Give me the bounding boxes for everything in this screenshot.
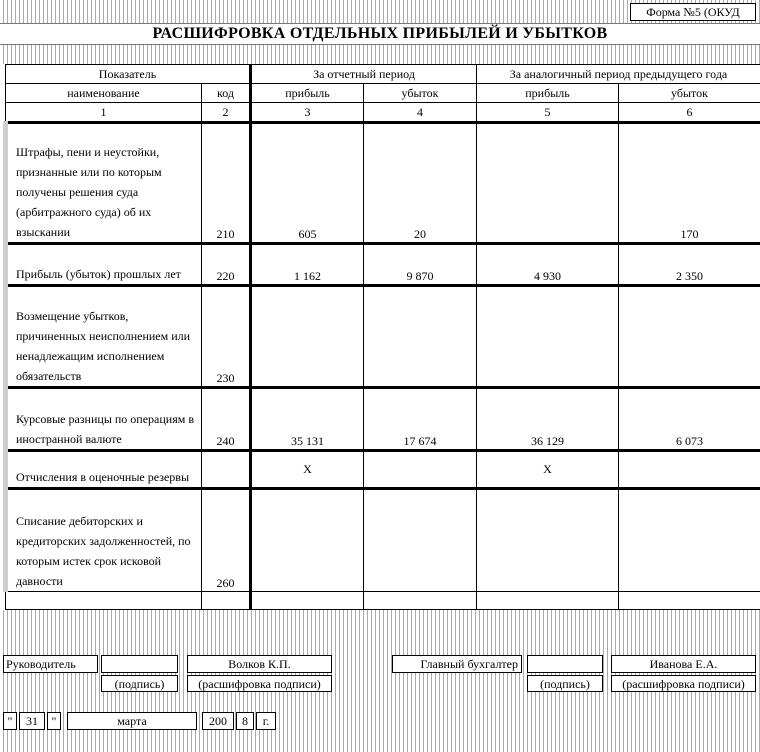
row-name: Отчисления в оценочные резервы <box>3 450 202 490</box>
row-code: 260 <box>201 488 252 592</box>
row-prev-loss <box>617 450 760 490</box>
row-cur-profit: 605 <box>250 122 364 245</box>
col-number: 1 <box>5 102 202 124</box>
header-name: наименование <box>5 83 202 103</box>
table-row: Списание дебиторских и кредиторских задо… <box>3 488 760 592</box>
header-code: код <box>201 83 252 103</box>
col-number: 6 <box>617 102 760 124</box>
accountant-name-caption: (расшифровка подписи) <box>611 675 756 692</box>
head-signature-caption: (подпись) <box>101 675 178 692</box>
row-code: 230 <box>201 285 252 389</box>
table-row: Возмещение убытков, причиненных неисполн… <box>3 285 760 389</box>
head-name: Волков К.П. <box>187 655 332 673</box>
row-name: Штрафы, пени и неустойки, признанные или… <box>3 122 202 245</box>
row-prev-loss: 2 350 <box>617 243 760 287</box>
date-year-suffix[interactable]: 8 <box>236 712 254 730</box>
col-number: 3 <box>250 102 364 124</box>
date-day[interactable]: 31 <box>19 712 45 730</box>
row-prev-loss: 170 <box>617 122 760 245</box>
date-open-quote: " <box>3 712 17 730</box>
row-cur-profit: 35 131 <box>250 387 364 452</box>
date-year-prefix: 200 <box>202 712 234 730</box>
row-cur-profit: X <box>250 450 364 490</box>
accountant-label: Главный бухгалтер <box>392 655 522 673</box>
header-current-period: За отчетный период <box>250 64 477 84</box>
table-row: Штрафы, пени и неустойки, признанные или… <box>3 122 760 245</box>
row-prev-loss <box>617 488 760 592</box>
date-year-abbr: г. <box>256 712 276 730</box>
row-cur-profit <box>250 285 364 389</box>
row-code: 240 <box>201 387 252 452</box>
page-title: РАСШИФРОВКА ОТДЕЛЬНЫХ ПРИБЫЛЕЙ И УБЫТКОВ <box>0 23 760 45</box>
header-prev-loss: убыток <box>617 83 760 103</box>
row-prev-profit <box>476 122 619 245</box>
row-prev-loss <box>617 285 760 389</box>
col-number: 5 <box>476 102 619 124</box>
row-name: Прибыль (убыток) прошлых лет <box>3 243 202 287</box>
row-name: Курсовые разницы по операциям в иностран… <box>3 387 202 452</box>
row-name: Списание дебиторских и кредиторских задо… <box>3 488 202 592</box>
row-prev-profit <box>476 488 619 592</box>
row-cur-loss <box>363 450 477 490</box>
header-cur-loss: убыток <box>363 83 477 103</box>
row-prev-profit: X <box>476 450 619 490</box>
row-prev-profit: 36 129 <box>476 387 619 452</box>
row-cur-profit: 1 162 <box>250 243 364 287</box>
row-name: Возмещение убытков, причиненных неисполн… <box>3 285 202 389</box>
row-prev-loss: 6 073 <box>617 387 760 452</box>
row-cur-profit <box>250 488 364 592</box>
row-code: 210 <box>201 122 252 245</box>
report-table: Показатель За отчетный период За аналоги… <box>3 64 760 610</box>
header-cur-profit: прибыль <box>250 83 364 103</box>
head-name-caption: (расшифровка подписи) <box>187 675 332 692</box>
header-previous-period: За аналогичный период предыдущего года <box>475 64 760 84</box>
header-indicator: Показатель <box>5 64 252 84</box>
row-code: 220 <box>201 243 252 287</box>
row-cur-loss: 9 870 <box>363 243 477 287</box>
date-close-quote: " <box>47 712 61 730</box>
head-signature-field[interactable] <box>101 655 178 673</box>
row-prev-profit <box>476 285 619 389</box>
row-cur-loss <box>363 488 477 592</box>
table-row: Курсовые разницы по операциям в иностран… <box>3 387 760 452</box>
col-number: 2 <box>201 102 252 124</box>
head-label: Руководитель <box>3 655 98 673</box>
date-month[interactable]: марта <box>67 712 197 730</box>
row-prev-profit: 4 930 <box>476 243 619 287</box>
row-cur-loss: 20 <box>363 122 477 245</box>
row-cur-loss <box>363 285 477 389</box>
table-row: Отчисления в оценочные резервы X X <box>3 450 760 490</box>
accountant-signature-caption: (подпись) <box>527 675 603 692</box>
accountant-name: Иванова Е.А. <box>611 655 756 673</box>
col-number: 4 <box>363 102 477 124</box>
row-cur-loss: 17 674 <box>363 387 477 452</box>
header-prev-profit: прибыль <box>476 83 619 103</box>
table-row-blank <box>5 591 760 610</box>
table-row: Прибыль (убыток) прошлых лет 220 1 162 9… <box>3 243 760 287</box>
form-number: Форма №5 (ОКУД 0710005) <box>630 3 756 35</box>
row-code <box>201 450 252 490</box>
accountant-signature-field[interactable] <box>527 655 603 673</box>
